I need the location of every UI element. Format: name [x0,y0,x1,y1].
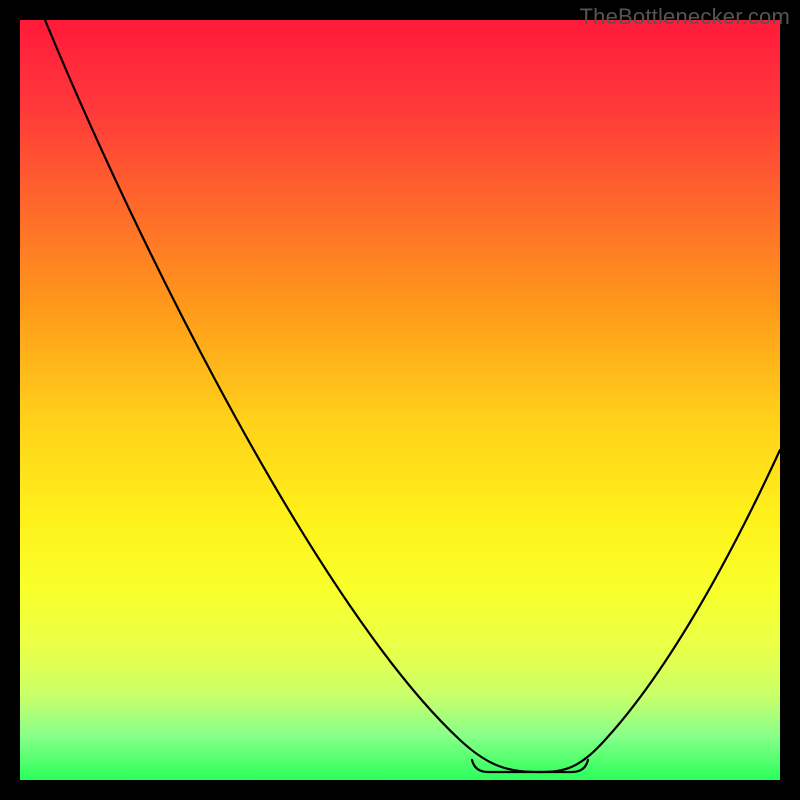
curve-path [45,20,780,772]
bottleneck-curve [20,20,780,780]
attribution-label: TheBottlenecker.com [580,4,790,30]
chart-frame: TheBottlenecker.com [0,0,800,800]
plot-area [20,20,780,780]
